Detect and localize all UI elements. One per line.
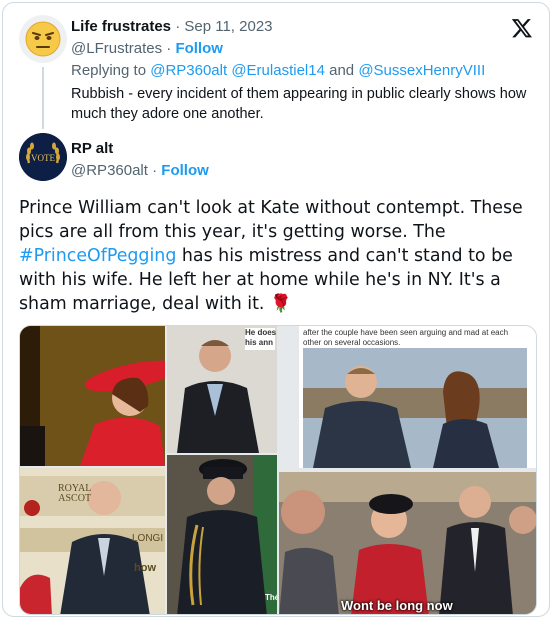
rose-emoji: 🌹 xyxy=(269,294,292,314)
media-collage[interactable]: He does his ann after the couple have be… xyxy=(19,325,537,615)
main-header: RP alt xyxy=(71,139,113,158)
reply-follow-button[interactable]: Follow xyxy=(175,40,223,57)
tile-caption-partial: He does his ann xyxy=(245,328,276,350)
tile-label-partial: Thé xyxy=(265,593,277,602)
main-author-name[interactable]: RP alt xyxy=(71,140,113,157)
main-text-part1: Prince William can't look at Kate withou… xyxy=(19,198,523,242)
photo-tile-suit[interactable]: He does his ann xyxy=(167,326,277,453)
photo-illustration xyxy=(303,348,527,468)
post-card: Life frustrates · Sep 11, 2023 @LFrustra… xyxy=(2,2,550,617)
main-author-handle[interactable]: @RP360alt xyxy=(71,162,148,179)
vote-laurel-icon: VOTE xyxy=(19,133,67,181)
main-handle-row: @RP360alt · Follow xyxy=(71,162,209,179)
main-post-text: Prince William can't look at Kate withou… xyxy=(19,196,539,316)
royal-ascot-sign: ROYAL ASCOT xyxy=(58,483,92,504)
thread-connector-line xyxy=(42,67,44,129)
avatar-vote-text: VOTE xyxy=(31,153,55,163)
main-author-avatar[interactable]: VOTE xyxy=(19,133,67,181)
frustrated-face-icon xyxy=(25,21,61,57)
replying-to-line: Replying to @RP360alt @Erulastiel14 and … xyxy=(71,61,485,80)
replying-to-label: Replying to xyxy=(71,62,147,79)
mention-link[interactable]: @SussexHenryVIII xyxy=(358,62,485,79)
reply-author-avatar[interactable] xyxy=(19,15,67,63)
photo-illustration xyxy=(279,472,536,614)
photo-illustration xyxy=(20,326,165,466)
main-follow-button[interactable]: Follow xyxy=(161,162,209,179)
photo-tile-couple[interactable]: after the couple have been seen arguing … xyxy=(299,326,536,468)
reply-author-handle[interactable]: @LFrustrates xyxy=(71,40,162,57)
reply-handle-row: @LFrustrates · Follow xyxy=(71,40,223,57)
reply-date[interactable]: Sep 11, 2023 xyxy=(184,18,272,35)
mention-link[interactable]: @RP360alt xyxy=(150,62,227,79)
hashtag-link[interactable]: #PrinceOfPegging xyxy=(19,246,176,266)
and-label: and xyxy=(329,62,355,79)
mention-link[interactable]: @Erulastiel14 xyxy=(231,62,325,79)
how-sign: how xyxy=(134,562,156,574)
reply-text: Rubbish - every incident of them appeari… xyxy=(71,86,527,122)
x-logo-icon[interactable] xyxy=(511,17,533,39)
photo-tile-red-hat[interactable] xyxy=(20,326,165,466)
photo-tile-ascot[interactable]: ROYAL ASCOT LONGI how xyxy=(20,468,165,614)
reply-header: Life frustrates · Sep 11, 2023 xyxy=(71,18,273,35)
longines-sign: LONGI xyxy=(132,533,164,544)
video-overlay-caption: Wont be long now xyxy=(341,598,453,613)
reply-author-name[interactable]: Life frustrates xyxy=(71,18,171,35)
photo-illustration xyxy=(167,455,277,614)
photo-tile-crowd[interactable]: Wont be long now xyxy=(279,472,536,614)
tile-caption-text: after the couple have been seen arguing … xyxy=(303,328,509,347)
photo-tile-uniform[interactable]: Thé xyxy=(167,455,277,614)
